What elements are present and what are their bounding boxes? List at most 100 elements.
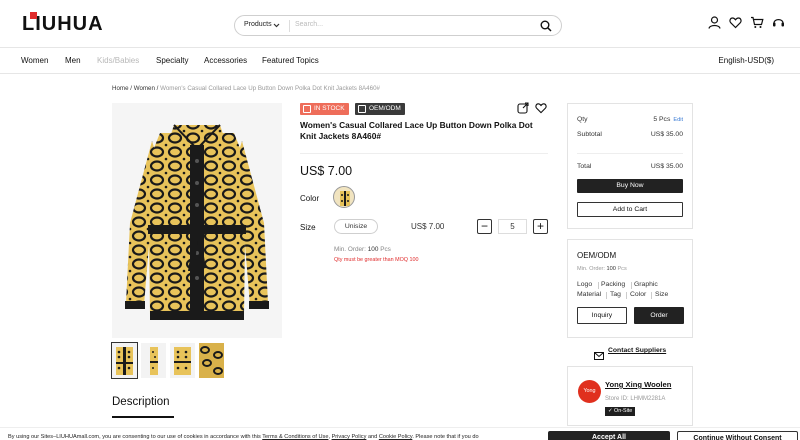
search-category-select[interactable]: Products	[244, 21, 272, 28]
user-icon[interactable]	[708, 16, 721, 29]
oem-option-size[interactable]: Size	[655, 291, 668, 298]
product-title: Women's Casual Collared Lace Up Button D…	[300, 120, 533, 141]
option-divider	[631, 282, 632, 289]
on-site-label: On-Site	[614, 408, 633, 414]
terms-link[interactable]: Terms & Conditions of Use	[262, 434, 328, 440]
in-stock-badge: IN STOCK	[300, 103, 349, 115]
subtotal-label: Subtotal	[577, 131, 602, 138]
oem-option-material[interactable]: Material	[577, 291, 601, 298]
cookie-consent-bar: By using our Sites–LIUHUAmall.com, you a…	[0, 427, 800, 440]
thumbnail-4[interactable]	[199, 343, 224, 378]
search-input[interactable]: Search...	[295, 21, 323, 28]
divider	[300, 153, 548, 154]
option-divider	[598, 282, 599, 289]
breadcrumb-home[interactable]: Home	[112, 85, 129, 92]
subtotal-value: US$ 35.00	[650, 131, 683, 138]
header: LIUHUA Products Search...	[0, 0, 800, 48]
breadcrumb-separator: /	[156, 85, 159, 92]
support-icon[interactable]	[772, 16, 785, 29]
total-value: US$ 35.00	[650, 163, 683, 170]
description-tab[interactable]: Description	[112, 396, 170, 408]
quantity-increase-button[interactable]: +	[533, 219, 548, 234]
nav-item-women[interactable]: Women	[21, 56, 48, 65]
total-label: Total	[577, 163, 592, 170]
min-order-unit: Pcs	[380, 246, 391, 253]
cookie-text-prefix: By using our Sites–LIUHUAmall.com, you a…	[8, 434, 263, 440]
inquiry-button[interactable]: Inquiry	[577, 307, 627, 324]
total-row: Total US$ 35.00	[577, 163, 683, 170]
subtotal-row: Subtotal US$ 35.00	[577, 131, 683, 138]
oem-option-packing[interactable]: Packing	[601, 281, 625, 288]
search-icon[interactable]	[540, 19, 552, 37]
oem-odm-label: OEM/ODM	[369, 105, 401, 112]
search-bar[interactable]: Products Search...	[234, 15, 562, 36]
size-label: Size	[300, 223, 316, 232]
order-button[interactable]: Order	[634, 307, 684, 324]
privacy-policy-link[interactable]: Privacy Policy	[332, 434, 367, 440]
breadcrumb-women[interactable]: Women	[134, 85, 155, 92]
oem-odm-panel: OEM/ODM Min. Order: 100 Pcs Logo Packing…	[567, 239, 693, 338]
product-price: US$ 7.00	[300, 164, 353, 178]
qty-label: Qty	[577, 116, 588, 123]
cart-icon[interactable]	[750, 16, 764, 29]
on-site-badge: ✓ On-Site	[605, 407, 636, 416]
size-option-unisize[interactable]: Unisize	[334, 219, 378, 234]
cookie-message: By using our Sites–LIUHUAmall.com, you a…	[8, 434, 479, 440]
oem-option-graphic[interactable]: Graphic	[634, 281, 658, 288]
thumbnail-2[interactable]	[141, 343, 166, 378]
favorite-heart-icon[interactable]	[535, 101, 547, 119]
oem-min-order-unit: Pcs	[617, 266, 627, 272]
search-divider	[289, 20, 290, 32]
quantity-decrease-button[interactable]: −	[477, 219, 492, 234]
nav-item-kids-babies[interactable]: Kids/Babies	[97, 56, 139, 65]
contact-suppliers-link[interactable]: Contact Suppliers	[608, 347, 666, 354]
nav-item-featured-topics[interactable]: Featured Topics	[262, 56, 319, 65]
oem-option-color[interactable]: Color	[630, 291, 646, 298]
oem-odm-badge: OEM/ODM	[355, 103, 405, 115]
continue-without-consent-button[interactable]: Continue Without Consent	[677, 431, 798, 440]
qty-summary: 5 Pcs Edit	[653, 116, 683, 123]
nav-item-accessories[interactable]: Accessories	[204, 56, 247, 65]
supplier-avatar[interactable]: Yong	[578, 380, 601, 403]
nav-item-specialty[interactable]: Specialty	[156, 56, 188, 65]
min-order-label: Min. Order:	[334, 246, 366, 253]
thumbnail-1[interactable]	[111, 342, 138, 379]
oem-min-order-value: 100	[606, 266, 616, 272]
qty-summary-value: 5 Pcs	[653, 116, 671, 123]
quantity-input[interactable]: 5	[498, 219, 527, 234]
size-price: US$ 7.00	[411, 222, 445, 231]
mail-icon[interactable]	[594, 347, 604, 365]
oem-icon	[358, 105, 366, 113]
check-icon: ✓	[608, 408, 613, 414]
nav-item-men[interactable]: Men	[65, 56, 81, 65]
color-swatch[interactable]	[333, 186, 355, 208]
cookie-text-suffix: . Please note that if you do	[412, 434, 479, 440]
thumbnail-3[interactable]	[170, 343, 195, 378]
site-logo[interactable]: LIUHUA	[22, 12, 104, 36]
chevron-down-icon[interactable]	[273, 20, 280, 32]
option-divider	[626, 292, 627, 299]
supplier-card: Yong Yong Xing Woolen Store ID: LHMM2281…	[567, 366, 693, 426]
edit-qty-link[interactable]: Edit	[673, 117, 683, 123]
oem-option-tag[interactable]: Tag	[610, 291, 621, 298]
oem-min-order: Min. Order: 100 Pcs	[577, 266, 627, 272]
divider	[577, 153, 683, 154]
breadcrumb: Home / Women / Women's Casual Collared L…	[112, 85, 380, 92]
order-summary-panel: Qty 5 Pcs Edit Subtotal US$ 35.00 Total U…	[567, 103, 693, 229]
min-order-value: 100	[367, 246, 379, 253]
add-to-cart-button[interactable]: Add to Cart	[577, 202, 683, 217]
qty-row: Qty 5 Pcs Edit	[577, 116, 683, 123]
supplier-name-link[interactable]: Yong Xing Woolen	[605, 380, 671, 389]
oem-min-order-label: Min. Order:	[577, 266, 605, 272]
share-icon[interactable]	[517, 101, 529, 119]
accept-all-cookies-button[interactable]: Accept All	[548, 431, 670, 440]
language-currency-selector[interactable]: English-USD($)	[718, 56, 774, 65]
description-tab-underline	[112, 416, 174, 418]
cookie-policy-link[interactable]: Cookie Policy	[379, 434, 412, 440]
product-main-image[interactable]	[112, 103, 282, 338]
buy-now-button[interactable]: Buy Now	[577, 179, 683, 193]
oem-option-logo[interactable]: Logo	[577, 281, 592, 288]
heart-icon[interactable]	[729, 16, 742, 29]
cookie-and: and	[366, 434, 379, 440]
moq-warning: Qty must be greater than MOQ 100	[334, 257, 419, 263]
